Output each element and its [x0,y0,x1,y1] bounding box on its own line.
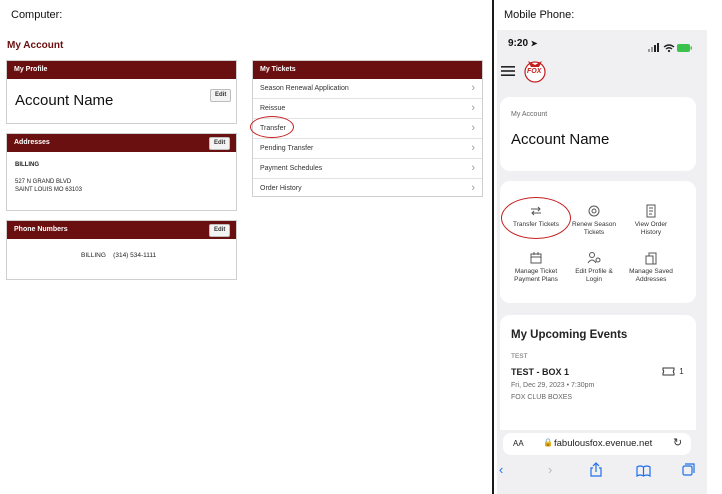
event-venue: FOX CLUB BOXES [511,394,573,401]
chevron-right-icon: › [471,122,475,134]
mobile-account-label: My Account [511,111,548,118]
location-arrow-icon: ➤ [530,39,538,48]
panel-divider [492,0,494,494]
action-label: Manage Saved [629,268,673,275]
reload-icon[interactable]: ↻ [673,436,682,449]
ticket-count-badge: 1 [662,367,684,376]
ticket-count: 1 [679,367,684,376]
url-text: fabulousfox.evenue.net [554,438,653,449]
share-icon[interactable] [590,462,602,482]
account-name: Account Name [15,92,114,109]
phone-number: (314) 534-1111 [113,252,157,259]
addresses-edit-button[interactable]: Edit [209,137,231,150]
ticket-menu-label: Pending Transfer [260,145,314,152]
action-label: View Order [634,221,668,228]
ticket-menu-payment-schedules[interactable]: Payment Schedules › [253,159,482,179]
chevron-right-icon: › [471,82,475,94]
ticket-menu-season-renewal[interactable]: Season Renewal Application › [253,79,482,99]
tabs-icon[interactable] [682,463,695,481]
addresses-panel-header: Addresses Edit [7,134,236,152]
addresses-header-label: Addresses [14,139,50,146]
profile-settings-icon [587,252,601,264]
ticket-icon [662,367,675,376]
phone-type: BILLING [81,252,106,259]
phones-header-label: Phone Numbers [14,226,68,233]
address-line1: 527 N GRAND BLVD [15,179,72,185]
tickets-header-label: My Tickets [260,66,296,73]
text-size-button[interactable]: AA [513,439,524,448]
action-view-order-history[interactable]: View Order History [623,204,679,237]
event-date: Fri, Dec 29, 2023 • 7:30pm [511,382,595,389]
ticket-menu-label: Order History [260,185,302,192]
calendar-icon [530,252,542,264]
ticket-menu-pending-transfer[interactable]: Pending Transfer › [253,139,482,159]
events-heading: My Upcoming Events [511,329,628,341]
forward-icon[interactable]: › [548,462,552,477]
ticket-menu-reissue[interactable]: Reissue › [253,99,482,119]
logo-text: FOX [527,68,542,75]
action-label: Manage Ticket [514,268,558,275]
page-title: My Account [7,40,64,51]
action-label: Payment Plans [514,276,558,283]
phones-edit-button[interactable]: Edit [209,224,231,237]
phones-panel-header: Phone Numbers Edit [7,221,236,239]
address-line2: SAINT LOUIS MO 63103 [15,187,82,193]
address-type: BILLING [15,162,39,168]
chevron-right-icon: › [471,102,475,114]
phones-panel: Phone Numbers Edit BILLING (314) 534-111… [6,220,237,280]
phone-entry: BILLING (314) 534-1111 [81,252,156,259]
chevron-right-icon: › [471,142,475,154]
ticket-menu-label: Reissue [260,105,286,112]
event-title[interactable]: TEST - BOX 1 [511,367,569,377]
fox-logo[interactable]: FOX [523,58,547,84]
chevron-right-icon: › [471,182,475,194]
action-label: Addresses [635,276,667,283]
events-card: My Upcoming Events TEST TEST - BOX 1 Fri… [500,315,696,430]
computer-caption: Computer: [11,9,63,21]
order-history-icon [646,204,656,218]
ticket-menu-label: Payment Schedules [260,165,323,172]
address-icon [645,252,657,265]
transfer-tickets-highlight-circle [501,197,571,239]
status-icons [648,40,692,53]
action-label: Tickets [583,229,605,236]
mobile-account-name: Account Name [511,131,610,148]
action-renew-season[interactable]: Renew Season Tickets [566,204,622,237]
action-label: Login [586,276,602,283]
status-time: 9:20 ➤ [508,38,538,49]
hamburger-menu-icon[interactable] [501,64,515,76]
profile-panel: My Profile Edit Account Name [6,60,237,124]
renew-icon [588,205,600,217]
action-edit-profile[interactable]: Edit Profile & Login [566,251,622,284]
action-label: History [640,229,662,236]
ticket-menu-label: Season Renewal Application [260,85,349,92]
chevron-right-icon: › [471,162,475,174]
lock-icon: 🔒 [543,438,553,447]
action-manage-payment-plans[interactable]: Manage Ticket Payment Plans [508,251,564,284]
signal-wifi-battery-icon [648,43,692,53]
back-icon[interactable]: ‹ [499,462,503,477]
action-label: Renew Season [571,221,617,228]
profile-panel-header: My Profile [7,61,236,79]
transfer-highlight-circle [250,116,294,138]
profile-edit-button[interactable]: Edit [210,89,232,102]
mobile-caption: Mobile Phone: [504,9,575,21]
mobile-account-card: My Account Account Name [500,97,696,171]
status-time-text: 9:20 [508,38,529,49]
tickets-panel-header: My Tickets [253,61,482,79]
ticket-menu-order-history[interactable]: Order History › [253,179,482,198]
event-category: TEST [511,353,528,360]
profile-header-label: My Profile [14,66,48,73]
addresses-panel: Addresses Edit BILLING 527 N GRAND BLVD … [6,133,237,211]
action-label: Edit Profile & [575,268,613,275]
browser-address-bar[interactable]: AA 🔒 fabulousfox.evenue.net ↻ [503,433,691,455]
action-manage-addresses[interactable]: Manage Saved Addresses [623,251,679,284]
bookmarks-icon[interactable] [636,464,651,482]
